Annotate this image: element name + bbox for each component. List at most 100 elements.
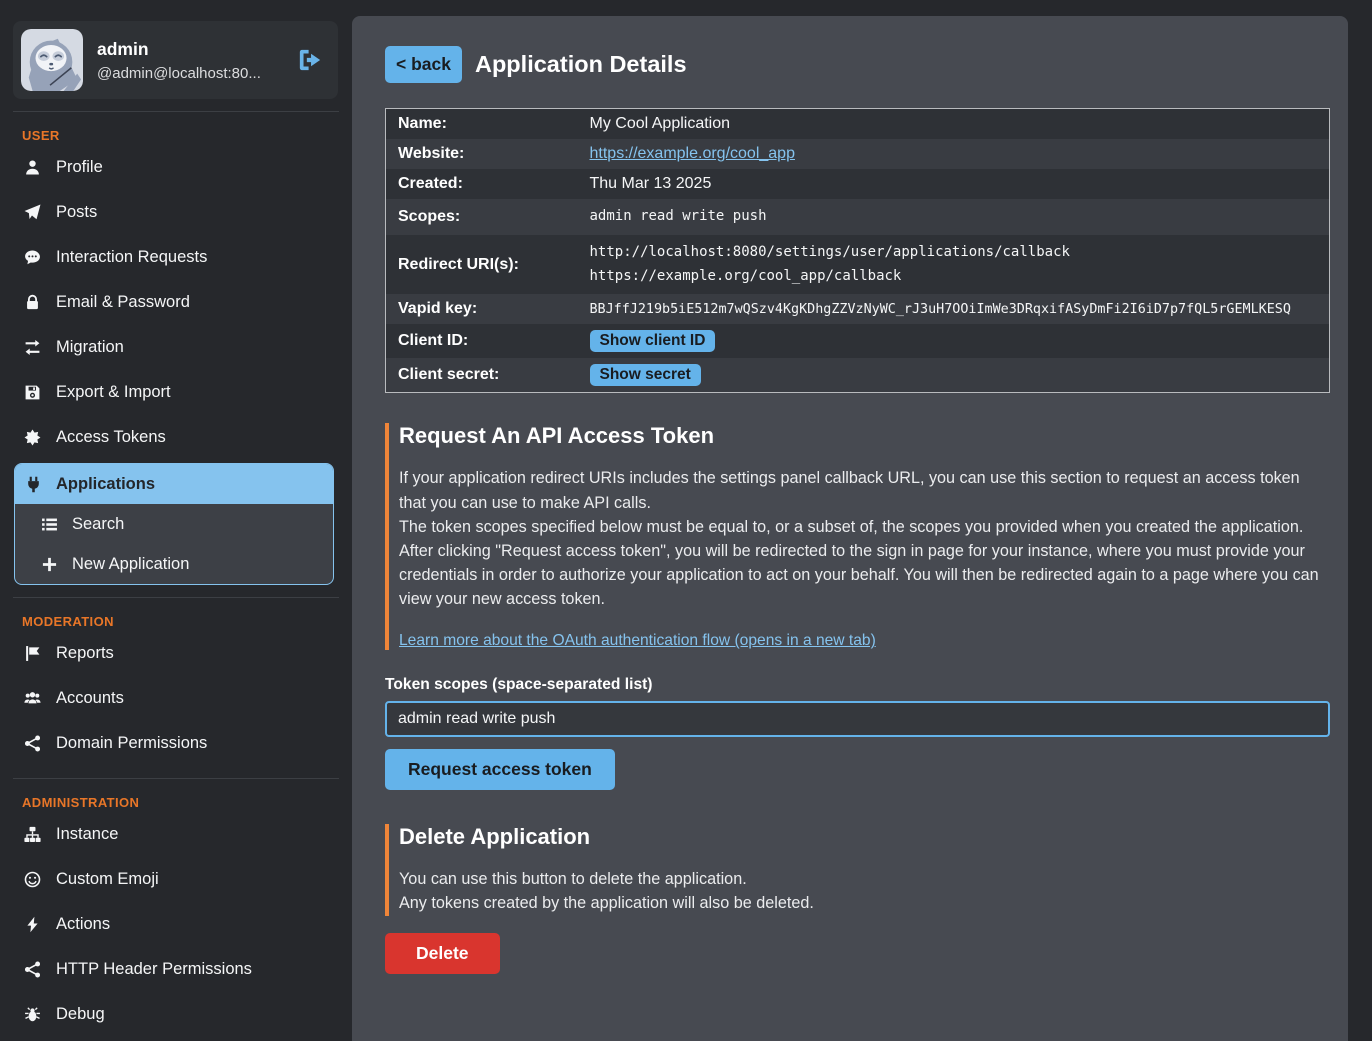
sloth-avatar-icon [21, 29, 83, 91]
user-meta: admin @admin@localhost:80... [97, 39, 282, 82]
back-button[interactable]: < back [385, 46, 462, 83]
section-title-user: USER [22, 128, 352, 143]
floppy-icon [23, 384, 41, 401]
user-icon [23, 159, 41, 176]
lock-icon [23, 294, 41, 311]
sidebar-item-label: Search [72, 515, 124, 534]
table-row-redirect-uris: Redirect URI(s): http://localhost:8080/s… [386, 235, 1330, 295]
sidebar-item-label: New Application [72, 555, 189, 574]
request-token-para-3: After clicking "Request access token", y… [399, 539, 1330, 611]
sidebar-item-posts[interactable]: Posts [0, 190, 352, 235]
row-label: Scopes: [386, 199, 578, 235]
table-row-website: Website: https://example.org/cool_app [386, 139, 1330, 169]
sidebar-divider [13, 597, 339, 598]
token-scopes-input[interactable] [385, 701, 1330, 737]
sidebar-item-label: Custom Emoji [56, 870, 159, 889]
delete-application-heading: Delete Application [399, 824, 1330, 850]
sidebar-item-actions[interactable]: Actions [0, 902, 352, 947]
share-nodes-icon [23, 961, 41, 978]
table-row-created: Created: Thu Mar 13 2025 [386, 169, 1330, 199]
section-title-administration: ADMINISTRATION [22, 795, 352, 810]
sidebar-item-label: Accounts [56, 689, 124, 708]
request-access-token-button[interactable]: Request access token [385, 749, 615, 790]
show-secret-button[interactable]: Show secret [590, 364, 701, 386]
main-panel: < back Application Details Name: My Cool… [352, 16, 1348, 1041]
delete-line-1: You can use this button to delete the ap… [399, 867, 1330, 891]
sidebar-item-label: Applications [56, 475, 155, 494]
comment-icon [23, 249, 41, 266]
exchange-icon [23, 339, 41, 356]
sidebar-item-migration[interactable]: Migration [0, 325, 352, 370]
table-row-client-id: Client ID: Show client ID [386, 324, 1330, 358]
row-label: Website: [386, 139, 578, 169]
request-token-para-1: If your application redirect URIs includ… [399, 466, 1330, 514]
row-value: http://localhost:8080/settings/user/appl… [578, 235, 1330, 295]
sidebar-item-label: Instance [56, 825, 118, 844]
sidebar-item-label: Actions [56, 915, 110, 934]
sidebar-item-profile[interactable]: Profile [0, 145, 352, 190]
sidebar-item-label: Posts [56, 203, 97, 222]
sidebar-item-debug[interactable]: Debug [0, 992, 352, 1037]
row-label: Name: [386, 109, 578, 140]
sidebar-item-label: Interaction Requests [56, 248, 207, 267]
sidebar-item-label: Migration [56, 338, 124, 357]
sidebar-item-email-password[interactable]: Email & Password [0, 280, 352, 325]
website-link[interactable]: https://example.org/cool_app [590, 145, 795, 162]
sidebar-item-export-import[interactable]: Export & Import [0, 370, 352, 415]
sidebar-item-label: Profile [56, 158, 103, 177]
section-title-moderation: MODERATION [22, 614, 352, 629]
request-token-heading: Request An API Access Token [399, 423, 1330, 449]
sidebar-item-label: Debug [56, 1005, 105, 1024]
oauth-docs-link[interactable]: Learn more about the OAuth authenticatio… [399, 632, 876, 650]
sidebar-item-applications[interactable]: Applications [15, 464, 333, 504]
sign-out-icon[interactable] [296, 46, 324, 74]
sidebar-item-accounts[interactable]: Accounts [0, 676, 352, 721]
avatar [21, 29, 83, 91]
sidebar-item-reports[interactable]: Reports [0, 631, 352, 676]
applications-block: Applications Search New Application [14, 463, 334, 585]
paper-plane-icon [23, 204, 41, 221]
sidebar-item-label: Access Tokens [56, 428, 166, 447]
row-value: Thu Mar 13 2025 [578, 169, 1330, 199]
plus-icon [40, 556, 58, 573]
row-value: My Cool Application [578, 109, 1330, 140]
user-card[interactable]: admin @admin@localhost:80... [13, 21, 338, 99]
sidebar-item-http-header-permissions[interactable]: HTTP Header Permissions [0, 947, 352, 992]
show-client-id-button[interactable]: Show client ID [590, 330, 716, 352]
request-token-para-2: The token scopes specified below must be… [399, 515, 1330, 539]
row-label: Vapid key: [386, 294, 578, 324]
table-row-name: Name: My Cool Application [386, 109, 1330, 140]
row-label: Client ID: [386, 324, 578, 358]
sidebar-item-label: Email & Password [56, 293, 190, 312]
sidebar-item-custom-emoji[interactable]: Custom Emoji [0, 857, 352, 902]
page-header: < back Application Details [385, 46, 1330, 83]
delete-button[interactable]: Delete [385, 933, 500, 974]
row-label: Client secret: [386, 358, 578, 393]
sidebar-item-access-tokens[interactable]: Access Tokens [0, 415, 352, 460]
flag-icon [23, 645, 41, 662]
sidebar-item-applications-search[interactable]: Search [15, 504, 333, 544]
request-token-section: Request An API Access Token If your appl… [385, 423, 1330, 650]
row-label: Redirect URI(s): [386, 235, 578, 295]
sidebar-item-label: HTTP Header Permissions [56, 960, 252, 979]
sitemap-icon [23, 826, 41, 843]
sidebar-item-label: Reports [56, 644, 114, 663]
bug-icon [23, 1006, 41, 1023]
row-value: BBJffJ219b5iE512m7wQSzv4KgKDhgZZVzNyWC_r… [578, 294, 1330, 324]
redirect-uri-1: http://localhost:8080/settings/user/appl… [590, 241, 1318, 265]
share-nodes-icon [23, 735, 41, 752]
plug-icon [24, 476, 42, 493]
sidebar-item-label: Domain Permissions [56, 734, 207, 753]
certificate-icon [23, 429, 41, 446]
redirect-uri-2: https://example.org/cool_app/callback [590, 265, 1318, 289]
sidebar-item-instance[interactable]: Instance [0, 812, 352, 857]
user-handle: @admin@localhost:80... [97, 65, 282, 82]
table-row-vapid-key: Vapid key: BBJffJ219b5iE512m7wQSzv4KgKDh… [386, 294, 1330, 324]
page-title: Application Details [475, 51, 687, 78]
row-value: admin read write push [578, 199, 1330, 235]
application-details-table: Name: My Cool Application Website: https… [385, 108, 1330, 393]
sidebar-item-interaction-requests[interactable]: Interaction Requests [0, 235, 352, 280]
sidebar-item-domain-permissions[interactable]: Domain Permissions [0, 721, 352, 766]
table-row-scopes: Scopes: admin read write push [386, 199, 1330, 235]
sidebar-item-applications-new[interactable]: New Application [15, 544, 333, 584]
